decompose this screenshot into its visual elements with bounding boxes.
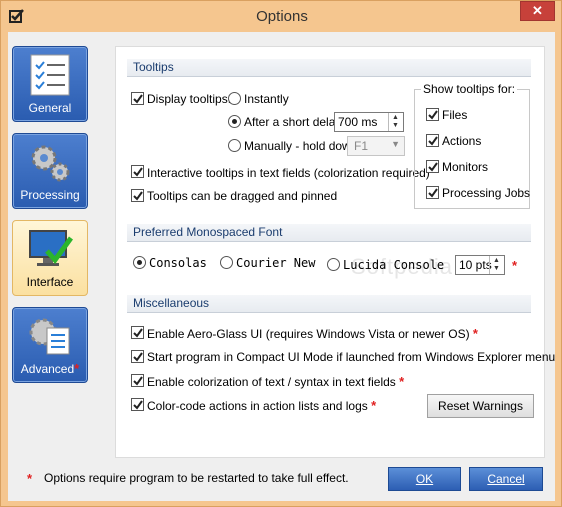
hold-key-value: F1 [354,139,369,153]
nav-general[interactable]: General [12,46,88,122]
tooltips-header: Tooltips [127,59,531,77]
show-monitors-checkbox[interactable] [426,160,439,173]
close-button[interactable]: ✕ [520,1,555,21]
interactive-tooltips-label: Interactive tooltips in text fields (col… [147,165,438,180]
aero-glass-label: Enable Aero-Glass UI (requires Windows V… [147,326,478,341]
after-delay-radio[interactable] [228,115,241,128]
hold-key-select[interactable]: F1 ▼ [347,136,405,156]
misc-header: Miscellaneous [127,295,531,313]
display-tooltips-label: Display tooltips: [147,92,232,106]
reset-warnings-button[interactable]: Reset Warnings [427,394,534,418]
restart-note: Options require program to be restarted … [44,471,349,485]
instantly-label: Instantly [244,92,289,106]
font-size-value: 10 pts [459,258,492,272]
interactive-tooltips-checkbox[interactable] [131,165,144,178]
courier-new-label: Courier New [236,256,316,270]
delay-spinner[interactable]: 700 ms ▲ ▼ [334,112,404,132]
manually-label: Manually - hold down: [244,139,361,153]
gears-icon [31,145,70,182]
display-tooltips-checkbox[interactable] [131,92,144,105]
consolas-label: Consolas [149,256,207,270]
restart-star: * [371,398,377,413]
manually-radio[interactable] [228,139,241,152]
show-actions-label: Actions [442,134,482,148]
ok-button[interactable]: OK [388,467,461,491]
delay-value: 700 ms [338,115,378,129]
courier-new-radio[interactable] [220,256,233,269]
show-processing-jobs-label: Processing Jobs [442,186,531,200]
font-header: Preferred Monospaced Font [127,224,531,242]
cancel-button[interactable]: Cancel [469,467,543,491]
show-monitors-label: Monitors [442,160,489,174]
nav-interface[interactable]: Interface [12,220,88,296]
show-files-checkbox[interactable] [426,108,439,121]
restart-star: * [472,326,478,341]
colorization-label: Enable colorization of text / syntax in … [147,374,405,389]
colorization-checkbox[interactable] [131,374,144,387]
lucida-console-label: Lucida Console [343,258,445,272]
draggable-tooltips-label: Tooltips can be dragged and pinned [147,189,338,203]
advanced-gear-list-icon [29,318,70,355]
restart-star: * [512,258,518,273]
lucida-console-radio[interactable] [327,258,340,271]
font-size-spinner[interactable]: 10 pts ▲ ▼ [455,255,505,275]
nav-interface-label: Interface [26,275,74,289]
consolas-radio[interactable] [133,256,146,269]
spinner-arrows-icon[interactable]: ▲ ▼ [388,113,403,131]
compact-ui-label: Start program in Compact UI Mode if laun… [147,350,556,364]
nav-processing[interactable]: Processing [12,133,88,209]
show-actions-checkbox[interactable] [426,134,439,147]
restart-star: * [74,361,80,376]
aero-glass-checkbox[interactable] [131,326,144,339]
restart-star: * [399,374,405,389]
compact-ui-checkbox[interactable] [131,350,144,363]
show-files-label: Files [442,108,468,122]
title-bar: Options ✕ [1,1,561,33]
checklist-icon [30,54,70,96]
show-tooltips-for-title: Show tooltips for: [421,82,518,96]
show-processing-jobs-checkbox[interactable] [426,186,439,199]
spinner-arrows-icon[interactable]: ▲ ▼ [489,256,504,274]
nav-advanced-label: Advanced* [20,361,80,376]
options-window: Options ✕ General Processing Interface A… [0,0,562,507]
after-delay-label: After a short delay: [244,115,345,129]
chevron-down-icon: ▼ [391,139,400,149]
window-title: Options [256,8,308,25]
nav-advanced[interactable]: Advanced* [12,307,88,383]
draggable-tooltips-checkbox[interactable] [131,189,144,202]
color-code-checkbox[interactable] [131,398,144,411]
footer-star: * [27,471,33,486]
nav-processing-label: Processing [20,188,80,202]
color-code-label: Color-code actions in action lists and l… [147,398,377,413]
instantly-radio[interactable] [228,92,241,105]
monitor-check-icon [29,230,73,266]
nav-general-label: General [28,101,72,115]
